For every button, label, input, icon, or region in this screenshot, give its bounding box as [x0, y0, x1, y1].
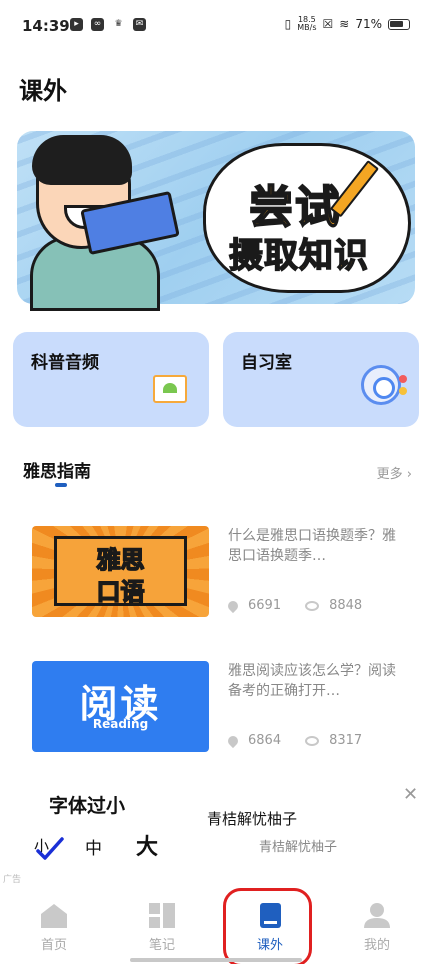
- profile-icon: [364, 903, 390, 928]
- home-indicator[interactable]: [130, 958, 302, 962]
- link-notification-icon: ∞: [91, 18, 104, 31]
- checkmark-icon: [36, 837, 64, 860]
- crown-notification-icon: ♛: [114, 19, 123, 29]
- battery-icon: [388, 18, 410, 30]
- bottom-tab-bar: 首页 笔记 课外 我的: [0, 885, 432, 964]
- status-bar: 14:39 ▸ ∞ ♛ ✉ ▯ 18.5 MB/s ☒ ≋ 71%: [0, 0, 432, 50]
- thumbnail-text-sub: Reading: [92, 717, 149, 731]
- eye-icon: [305, 735, 320, 746]
- article-item[interactable]: 雅思 口语 什么是雅思口语换题季？雅思口语换题季… 6691 8848: [0, 520, 432, 630]
- tab-mine[interactable]: 我的: [342, 885, 412, 955]
- like-count: 6864: [248, 733, 282, 748]
- article-stats: 6691 8848: [225, 598, 363, 613]
- home-icon: [41, 904, 67, 928]
- tab-label: 笔记: [148, 938, 175, 953]
- tab-notes[interactable]: 笔记: [127, 885, 197, 955]
- card-label: 自习室: [241, 353, 292, 373]
- card-study-room[interactable]: 自习室: [223, 332, 419, 427]
- card-label: 科普音频: [31, 353, 99, 373]
- font-size-large-option[interactable]: 大: [136, 829, 158, 861]
- tab-home[interactable]: 首页: [19, 885, 89, 955]
- active-tab-highlight: [223, 888, 312, 964]
- battery-percent: 71%: [355, 17, 382, 31]
- article-thumbnail: 阅读 Reading: [32, 661, 209, 752]
- fire-icon: [225, 733, 241, 748]
- thumbnail-text-line1: 雅思: [96, 545, 146, 575]
- like-count: 6691: [248, 598, 282, 613]
- article-thumbnail: 雅思 口语: [32, 526, 209, 617]
- wifi-icon: ≋: [339, 17, 350, 31]
- tab-label: 首页: [40, 938, 67, 953]
- more-link[interactable]: 更多 ›: [377, 463, 412, 482]
- ad-label: 广告: [3, 875, 22, 885]
- font-size-popup-title: 字体过小: [49, 795, 126, 817]
- notification-icons: ▸ ∞ ♛ ✉: [70, 18, 146, 31]
- fire-icon: [225, 598, 241, 613]
- page-title: 课外: [19, 77, 67, 105]
- thumbnail-text-line2: 口语: [96, 577, 146, 607]
- vibrate-icon: ▯: [284, 17, 292, 31]
- tab-label: 我的: [363, 938, 390, 953]
- view-count: 8317: [329, 733, 363, 748]
- section-underline: [55, 483, 67, 487]
- font-size-medium-option[interactable]: 中: [85, 834, 102, 859]
- study-circle-icon: [361, 365, 401, 405]
- ad-title[interactable]: 青桔解忧柚子: [207, 808, 297, 829]
- easel-icon: [153, 375, 187, 403]
- article-summary: 什么是雅思口语换题季？雅思口语换题季…: [228, 528, 396, 564]
- notes-icon: [149, 903, 175, 928]
- section-title: 雅思指南: [23, 462, 91, 482]
- view-count: 8848: [329, 598, 363, 613]
- card-science-audio[interactable]: 科普音频: [13, 332, 209, 427]
- status-time: 14:39: [22, 17, 70, 35]
- man-illustration-hair: [32, 135, 132, 185]
- decor-dot-red: [399, 375, 407, 383]
- message-notification-icon: ✉: [133, 18, 146, 31]
- article-summary: 雅思阅读应该怎么学？阅读备考的正确打开…: [228, 663, 396, 699]
- sim-off-icon: ☒: [322, 17, 334, 31]
- article-stats: 6864 8317: [225, 733, 363, 748]
- app-notification-icon: ▸: [70, 18, 83, 31]
- network-speed: 18.5 MB/s: [297, 16, 316, 32]
- article-item[interactable]: 阅读 Reading 雅思阅读应该怎么学？阅读备考的正确打开… 6864 831…: [0, 655, 432, 765]
- decor-dot-yellow: [399, 387, 407, 395]
- banner-subheadline: 摄取知识: [228, 235, 369, 277]
- banner-headline: 尝试: [248, 181, 341, 234]
- status-right: ▯ 18.5 MB/s ☒ ≋ 71%: [285, 16, 410, 32]
- network-speed-unit: MB/s: [297, 23, 317, 32]
- eye-icon: [305, 600, 320, 611]
- close-icon[interactable]: ✕: [403, 784, 418, 805]
- ad-subtitle: 青桔解忧柚子: [259, 840, 338, 855]
